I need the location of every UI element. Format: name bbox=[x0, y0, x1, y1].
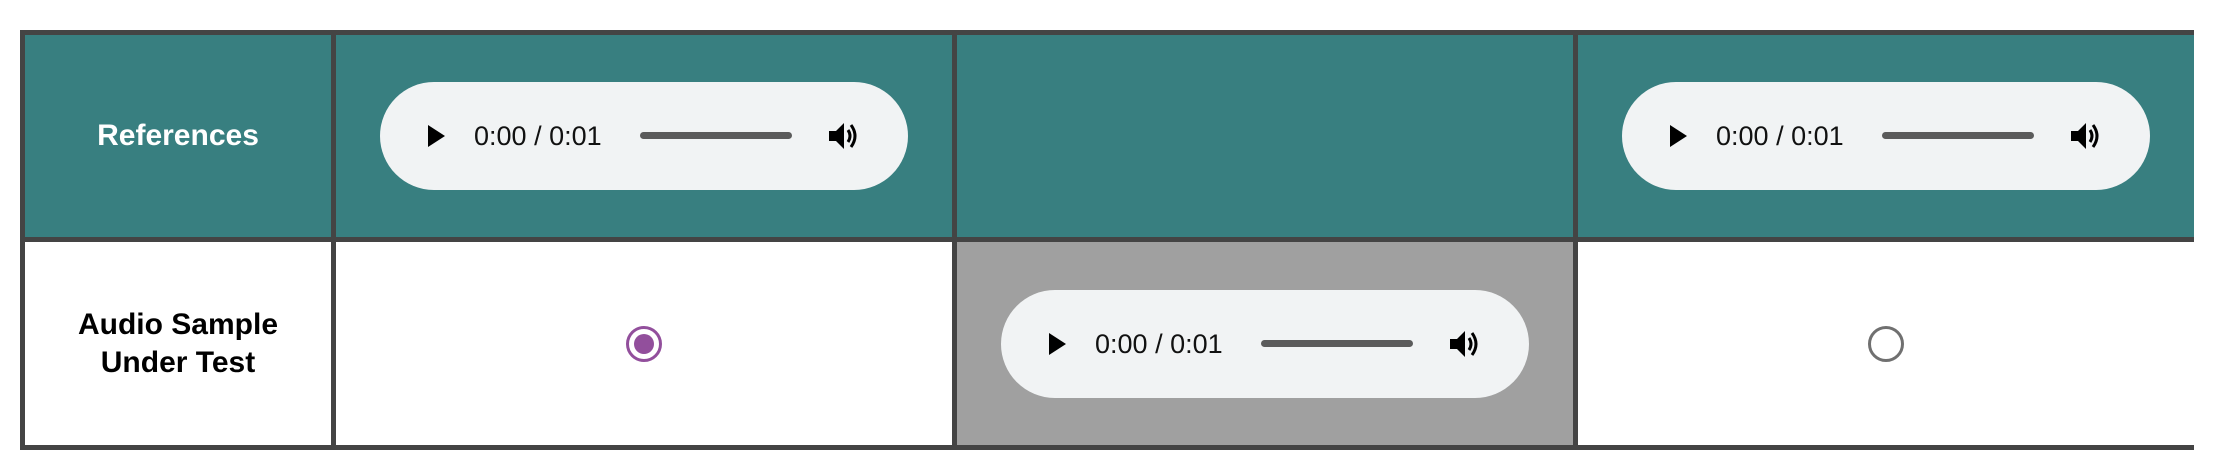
audio-sample-under-test-label: Audio Sample Under Test bbox=[48, 306, 308, 382]
volume-button[interactable] bbox=[824, 116, 864, 156]
play-icon bbox=[1670, 125, 1687, 147]
time-display: 0:00 / 0:01 bbox=[1095, 327, 1223, 361]
test-option-cell-2-selected: 0:00 / 0:01 bbox=[957, 242, 1573, 445]
references-label-cell: References bbox=[25, 35, 331, 237]
play-button[interactable] bbox=[1039, 326, 1075, 362]
references-label: References bbox=[97, 119, 259, 152]
progress-track[interactable] bbox=[640, 132, 792, 139]
comparison-table: References 0:00 / 0:01 0:00 / 0:01 Audio… bbox=[20, 30, 2194, 450]
time-separator: / bbox=[1147, 328, 1171, 359]
volume-icon bbox=[829, 123, 857, 149]
test-label-cell: Audio Sample Under Test bbox=[25, 242, 331, 445]
test-option-cell-3 bbox=[1578, 242, 2194, 445]
reference-cell-3: 0:00 / 0:01 bbox=[1578, 35, 2194, 237]
test-audio-player[interactable]: 0:00 / 0:01 bbox=[1001, 289, 1529, 398]
time-separator: / bbox=[1768, 121, 1792, 151]
time-display: 0:00 / 0:01 bbox=[1716, 119, 1844, 153]
play-icon bbox=[428, 125, 445, 147]
reference-cell-2-empty bbox=[957, 35, 1573, 237]
duration: 0:01 bbox=[1170, 328, 1223, 359]
time-display: 0:00 / 0:01 bbox=[474, 119, 602, 153]
volume-icon bbox=[2071, 123, 2099, 149]
progress-track[interactable] bbox=[1882, 132, 2034, 139]
duration: 0:01 bbox=[549, 121, 602, 151]
duration: 0:01 bbox=[1791, 121, 1844, 151]
play-icon bbox=[1049, 332, 1066, 355]
label-line-1: Audio Sample bbox=[77, 307, 279, 341]
play-button[interactable] bbox=[418, 118, 454, 154]
volume-icon bbox=[1450, 330, 1478, 357]
volume-button[interactable] bbox=[2066, 116, 2106, 156]
reference-cell-1: 0:00 / 0:01 bbox=[336, 35, 952, 237]
test-option-cell-1 bbox=[336, 242, 952, 445]
current-time: 0:00 bbox=[1716, 121, 1769, 151]
option-radio-3[interactable] bbox=[1868, 325, 1904, 362]
reference-audio-player-3[interactable]: 0:00 / 0:01 bbox=[1622, 82, 2150, 190]
play-button[interactable] bbox=[1660, 118, 1696, 154]
volume-button[interactable] bbox=[1445, 324, 1485, 364]
progress-track[interactable] bbox=[1261, 339, 1413, 347]
time-separator: / bbox=[526, 121, 550, 151]
current-time: 0:00 bbox=[474, 121, 527, 151]
label-line-2: Under Test bbox=[100, 345, 256, 379]
current-time: 0:00 bbox=[1095, 328, 1148, 359]
option-radio-1-selected[interactable] bbox=[626, 325, 662, 362]
reference-audio-player-1[interactable]: 0:00 / 0:01 bbox=[380, 82, 908, 190]
